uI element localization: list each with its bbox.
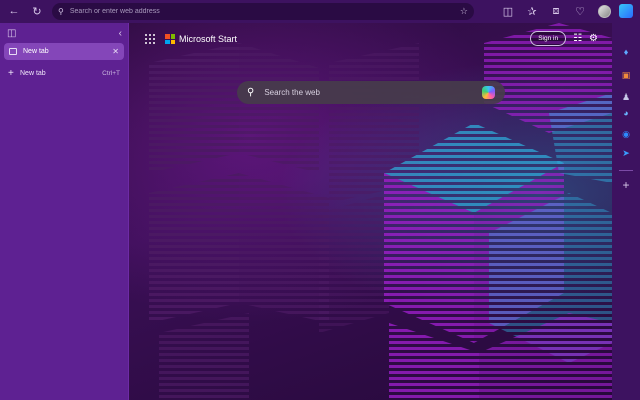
collections-icon[interactable]: ⧈ (544, 1, 568, 23)
close-icon[interactable]: ✕ (112, 47, 119, 56)
ms-start-header: Microsoft Start (145, 32, 237, 46)
tab-actions-icon[interactable]: ◫ (7, 28, 16, 39)
search-icon: ⚲ (58, 7, 64, 16)
new-tab-label: New tab (20, 69, 46, 77)
split-screen-icon[interactable]: ◫ (496, 1, 520, 23)
settings-gear-icon[interactable]: ⚙ (589, 33, 598, 44)
background-wallpaper (149, 23, 612, 400)
edge-sidebar: ♦ ▣ ♟ ◕ ◉ ➤ + (612, 0, 640, 400)
app-launcher-icon[interactable] (145, 34, 155, 44)
tab-label: New tab (23, 48, 49, 55)
browser-toolbar: ← ↻ ⚲ ☆ ◫ ✰ ⧈ ♡ ⋯ (0, 0, 640, 23)
games-icon[interactable]: ♟ (619, 90, 633, 104)
tag-icon[interactable]: ♦ (619, 45, 633, 59)
new-tab-shortcut: Ctrl+T (102, 69, 120, 77)
favorites-icon[interactable]: ✰ (520, 1, 544, 23)
profile-avatar (597, 5, 611, 18)
microsoft-logo-icon (165, 34, 175, 44)
sidebar-divider (619, 170, 633, 171)
send-icon[interactable]: ➤ (619, 146, 633, 160)
new-tab-button[interactable]: + New tab Ctrl+T (4, 66, 124, 80)
web-search-input[interactable] (264, 88, 482, 97)
refresh-icon[interactable]: ↻ (26, 0, 48, 22)
address-bar[interactable]: ⚲ ☆ (52, 3, 474, 20)
tabs-panel-header: ◫ ‹ (0, 23, 128, 43)
search-icon: ⚲ (247, 87, 255, 98)
brand-title[interactable]: Microsoft Start (179, 34, 237, 44)
outlook-icon[interactable]: ◉ (619, 127, 633, 141)
discover-icon[interactable]: ◕ (619, 106, 633, 120)
copilot-icon[interactable] (482, 86, 495, 99)
plus-icon: + (8, 67, 14, 79)
web-search-box[interactable]: ⚲ (237, 81, 505, 104)
favorite-star-icon[interactable]: ☆ (460, 6, 468, 17)
copilot-icon[interactable] (619, 4, 633, 18)
header-actions: Sign in ☷ ⚙ (530, 31, 598, 46)
sign-in-button[interactable]: Sign in (530, 31, 567, 46)
back-icon[interactable]: ← (3, 0, 25, 22)
new-tab-page: Microsoft Start Sign in ☷ ⚙ ⚲ (129, 23, 612, 400)
rewards-trophy-icon[interactable]: ☷ (573, 33, 582, 44)
add-icon[interactable]: + (619, 178, 633, 192)
collapse-panel-icon[interactable]: ‹ (119, 28, 122, 39)
address-input[interactable] (69, 8, 460, 15)
briefcase-icon[interactable]: ▣ (619, 68, 633, 82)
browser-essentials-icon[interactable]: ♡ (568, 1, 592, 23)
tab-page-icon (9, 48, 17, 55)
vertical-tabs-panel: ◫ ‹ New tab ✕ + New tab Ctrl+T (0, 23, 129, 400)
tab-new-tab[interactable]: New tab ✕ (4, 43, 124, 60)
